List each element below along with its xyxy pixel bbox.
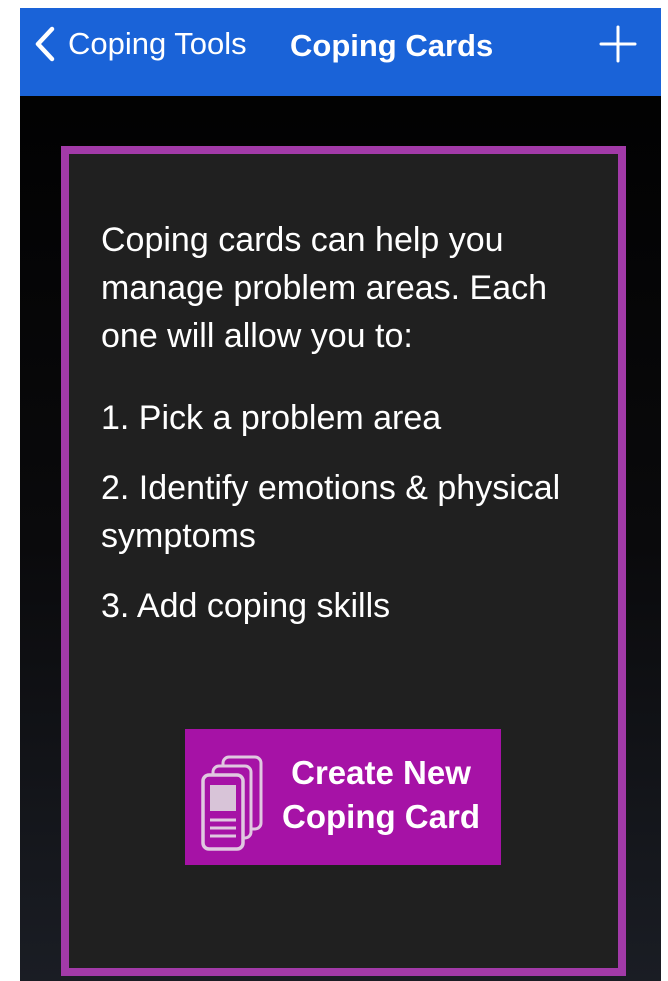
plus-icon [599,25,637,63]
add-button[interactable] [598,24,638,64]
step-item: 2. Identify emotions & physical symptoms [101,469,561,555]
step-item: 1. Pick a problem area [101,399,442,437]
intro-text: Coping cards can help you manage problem… [101,221,548,355]
navigation-bar: Coping Tools Coping Cards [20,8,661,96]
page-title: Coping Cards [290,28,494,63]
create-button-label: Create New Coping Card [281,751,481,839]
step-item: 3. Add coping skills [101,587,391,625]
back-button-label: Coping Tools [68,26,247,61]
app-screen: Coping Tools Coping Cards Coping cards c… [20,8,661,981]
create-new-coping-card-button[interactable]: Create New Coping Card [185,729,501,865]
coping-card-icon [201,755,263,851]
create-button-label-line1: Create New [291,754,471,791]
back-button[interactable]: Coping Tools [34,22,247,66]
chevron-left-icon [35,26,55,62]
create-button-label-line2: Coping Card [282,798,480,835]
info-card: Coping cards can help you manage problem… [61,146,626,976]
